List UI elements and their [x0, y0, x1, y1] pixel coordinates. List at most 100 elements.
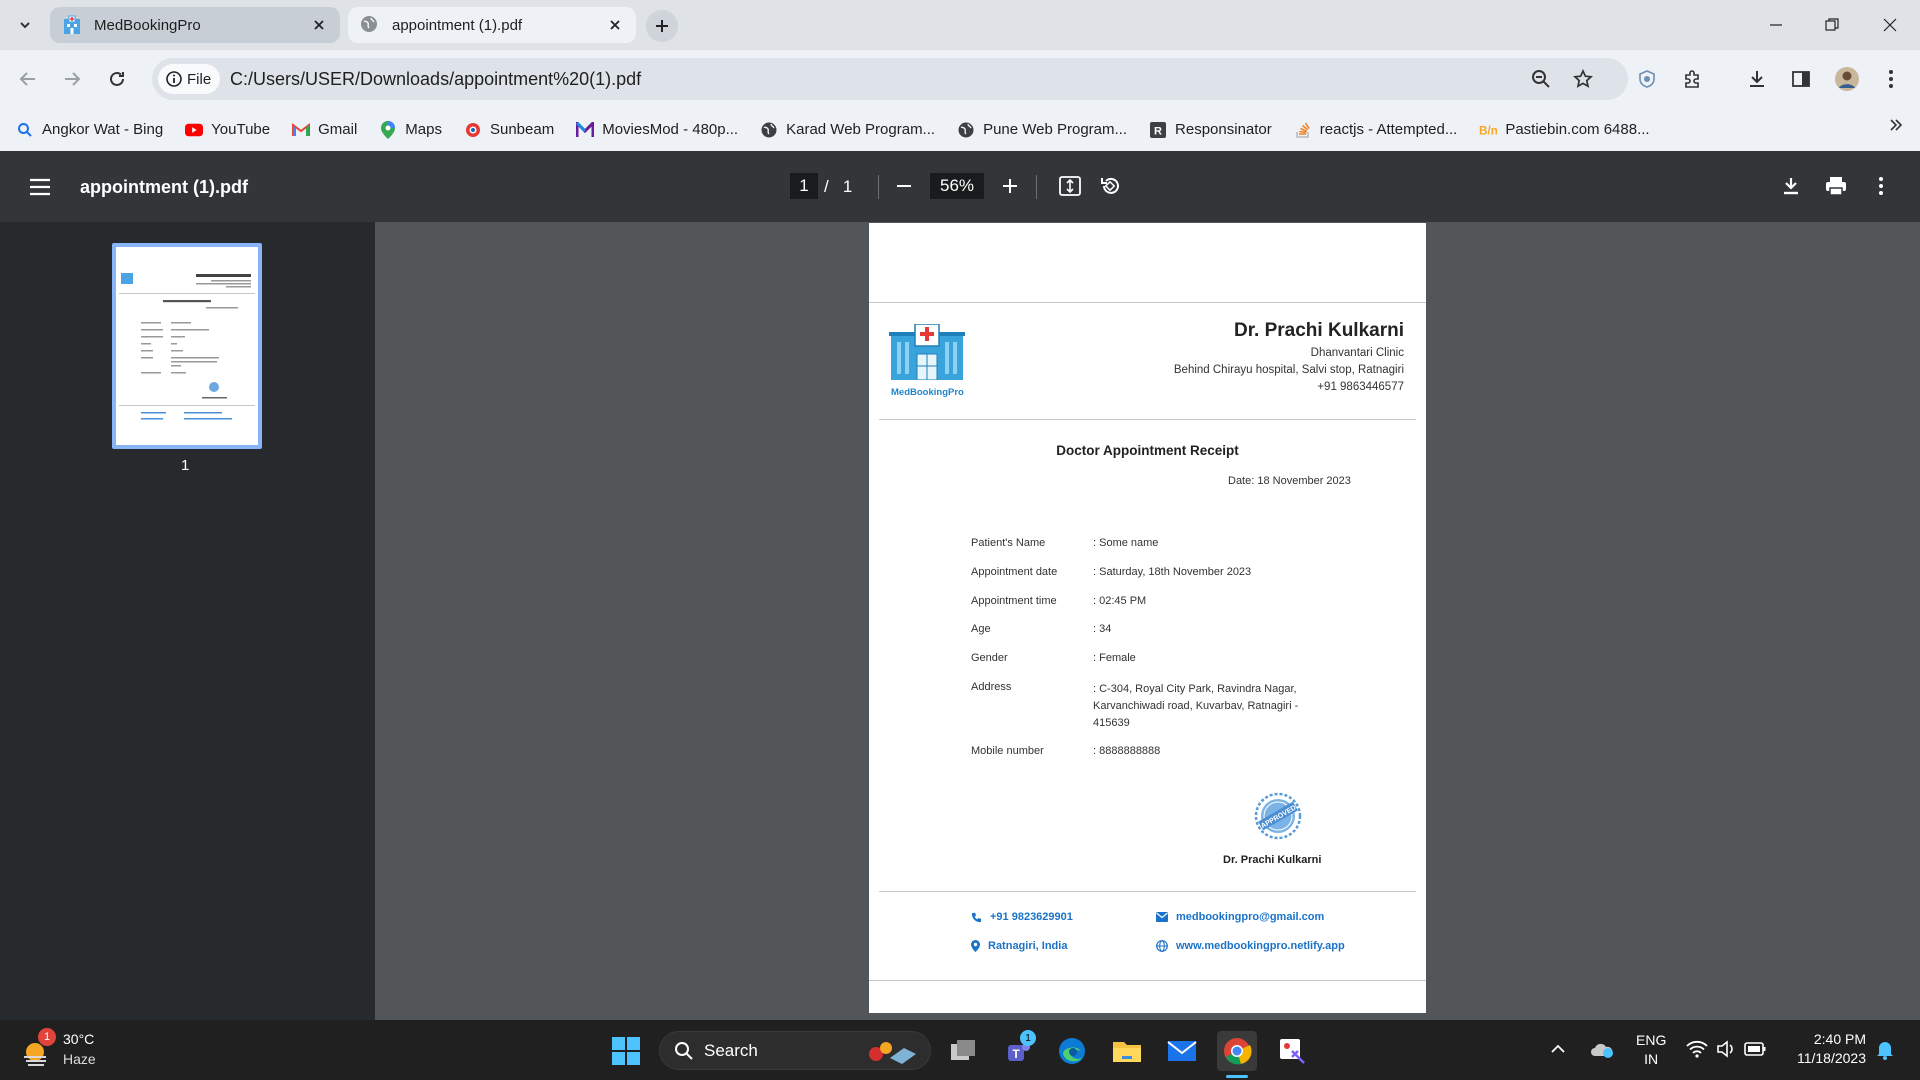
tab-search-chevron-icon[interactable]	[13, 13, 37, 37]
zoom-in-button[interactable]	[995, 171, 1025, 201]
bookmark-item[interactable]: MoviesMod - 480p...	[576, 121, 738, 139]
bookmark-item[interactable]: Gmail	[292, 121, 357, 139]
browser-menu-icon[interactable]	[1876, 64, 1906, 94]
globe-icon	[1156, 940, 1168, 952]
footer-location[interactable]: Ratnagiri, India	[971, 940, 1067, 952]
language-region: IN	[1644, 1051, 1659, 1067]
bookmark-item[interactable]: Karad Web Program...	[760, 121, 935, 139]
clock[interactable]: 2:40 PM 11/18/2023	[1786, 1031, 1866, 1066]
profile-avatar-icon[interactable]	[1832, 64, 1862, 94]
bookmark-item[interactable]: Maps	[379, 120, 442, 139]
youtube-icon	[185, 121, 204, 139]
snipping-tool-icon[interactable]	[1272, 1031, 1312, 1071]
age-label: Age	[971, 623, 991, 635]
globe-icon	[360, 15, 380, 35]
edge-icon[interactable]	[1052, 1031, 1092, 1071]
mail-icon[interactable]	[1162, 1031, 1202, 1071]
logo-text: MedBookingPro	[891, 387, 964, 398]
bookmark-item[interactable]: reactjs - Attempted...	[1294, 121, 1457, 139]
weather-temp: 30°C	[63, 1031, 95, 1047]
receipt-date: Date: 18 November 2023	[1228, 475, 1351, 487]
task-view-icon[interactable]	[943, 1031, 983, 1071]
shield-extension-icon[interactable]	[1632, 64, 1662, 94]
patient-name-label: Patient's Name	[971, 537, 1046, 549]
back-button[interactable]	[11, 62, 45, 96]
close-icon[interactable]	[310, 16, 328, 34]
tab-medbookingpro[interactable]: MedBookingPro	[50, 7, 340, 43]
appointment-date-value: : Saturday, 18th November 2023	[1093, 566, 1252, 578]
volume-icon[interactable]	[1716, 1040, 1736, 1058]
more-actions-icon[interactable]	[1866, 171, 1896, 201]
zoom-level-input[interactable]: 56%	[930, 173, 984, 199]
bookmark-item[interactable]: R Responsinator	[1149, 121, 1272, 139]
site-info-chip[interactable]: File	[158, 64, 220, 94]
mobile-number-label: Mobile number	[971, 745, 1044, 757]
site-info-label: File	[187, 70, 212, 88]
taskbar-search-box[interactable]: Search	[659, 1031, 931, 1070]
bookmark-label: Pastiebin.com 6488...	[1505, 121, 1650, 138]
battery-icon[interactable]	[1744, 1042, 1766, 1056]
bookmark-label: MoviesMod - 480p...	[602, 121, 739, 138]
info-icon	[166, 71, 182, 87]
doctor-name: Dr. Prachi Kulkarni	[1233, 320, 1404, 341]
tab-appointment-pdf[interactable]: appointment (1).pdf	[348, 7, 636, 43]
sidebar-menu-icon[interactable]	[25, 172, 55, 202]
appointment-time-value: : 02:45 PM	[1093, 595, 1147, 607]
bookmarks-overflow-chevron-icon[interactable]	[1888, 117, 1904, 133]
zoom-out-button[interactable]	[889, 171, 919, 201]
new-tab-button[interactable]	[646, 10, 678, 42]
print-icon[interactable]	[1821, 171, 1851, 201]
zoom-icon[interactable]	[1526, 64, 1556, 94]
wifi-icon[interactable]	[1686, 1040, 1708, 1058]
minimize-button[interactable]	[1753, 8, 1799, 42]
onedrive-icon[interactable]	[1590, 1041, 1614, 1059]
chrome-icon[interactable]	[1217, 1031, 1257, 1071]
bookmark-star-icon[interactable]	[1568, 64, 1598, 94]
footer-website[interactable]: www.medbookingpro.netlify.app	[1156, 940, 1345, 952]
address-value: : C-304, Royal City Park, Ravindra Nagar…	[1093, 683, 1299, 729]
forward-button[interactable]	[55, 62, 89, 96]
bookmark-item[interactable]: YouTube	[185, 121, 270, 139]
page-number-input[interactable]: 1	[790, 173, 818, 199]
header-divider	[879, 419, 1416, 420]
bookmark-item[interactable]: Sunbeam	[464, 121, 554, 139]
close-icon[interactable]	[606, 16, 624, 34]
page-bottom-divider	[869, 980, 1426, 981]
language-indicator[interactable]: ENG IN	[1636, 1032, 1666, 1067]
footer-email[interactable]: medbookingpro@gmail.com	[1156, 911, 1324, 923]
search-highlight-icon	[862, 1036, 922, 1066]
fit-to-page-icon[interactable]	[1055, 171, 1085, 201]
rotate-icon[interactable]	[1095, 171, 1125, 201]
downloads-icon[interactable]	[1742, 64, 1772, 94]
maps-icon	[379, 120, 397, 139]
show-hidden-icons-chevron-icon[interactable]	[1550, 1043, 1566, 1055]
clock-date: 11/18/2023	[1796, 1050, 1866, 1066]
responsinator-icon: R	[1149, 121, 1167, 139]
svg-text:T: T	[1012, 1047, 1020, 1061]
url-text[interactable]: C:/Users/USER/Downloads/appointment%20(1…	[230, 69, 641, 90]
svg-text:B/n: B/n	[1479, 124, 1497, 137]
footer-phone[interactable]: +91 9823629901	[971, 911, 1073, 923]
download-icon[interactable]	[1776, 171, 1806, 201]
page-thumbnail[interactable]	[112, 243, 262, 449]
extensions-puzzle-icon[interactable]	[1677, 64, 1707, 94]
footer-phone-text: +91 9823629901	[990, 911, 1073, 923]
address-label: Address	[971, 681, 1012, 693]
tab-title: appointment (1).pdf	[392, 16, 523, 34]
envelope-icon	[1156, 912, 1168, 922]
globe-icon	[957, 121, 975, 139]
start-windows-icon[interactable]	[606, 1031, 646, 1071]
restore-button[interactable]	[1809, 8, 1855, 42]
notification-bell-icon[interactable]	[1876, 1040, 1894, 1060]
close-window-button[interactable]	[1867, 8, 1913, 42]
approved-stamp-icon: APPROVED	[1254, 792, 1302, 840]
bookmark-item[interactable]: Angkor Wat - Bing	[16, 121, 163, 139]
file-explorer-icon[interactable]	[1107, 1031, 1147, 1071]
pdf-page: MedBookingPro Dr. Prachi Kulkarni Dhanva…	[869, 223, 1426, 1013]
reload-button[interactable]	[100, 62, 134, 96]
bookmark-item[interactable]: B/n Pastiebin.com 6488...	[1479, 121, 1649, 139]
bookmark-item[interactable]: Pune Web Program...	[957, 121, 1127, 139]
thumbnail-preview	[116, 247, 258, 445]
side-panel-icon[interactable]	[1786, 64, 1816, 94]
teams-badge: 1	[1020, 1030, 1036, 1046]
